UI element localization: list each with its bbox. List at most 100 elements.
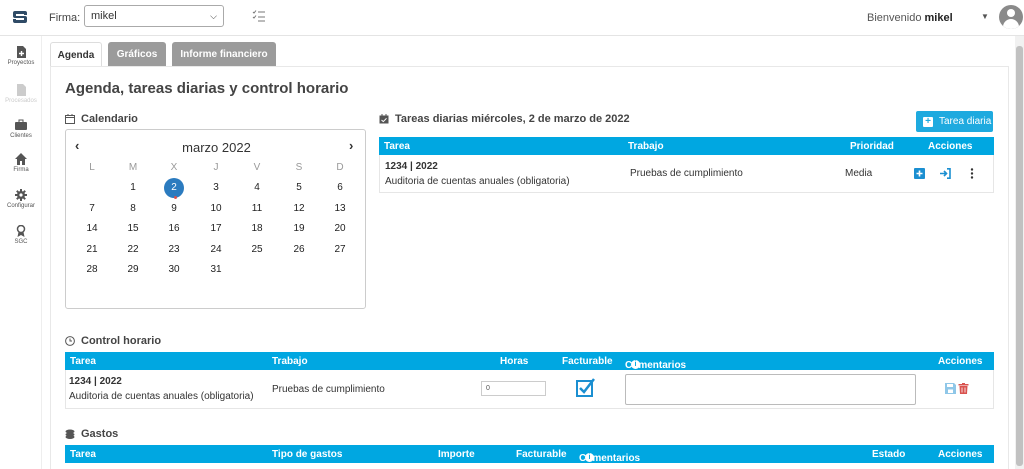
- calendar-day[interactable]: 20: [330, 219, 350, 239]
- calendar-day[interactable]: 8: [123, 199, 143, 219]
- calendar-day[interactable]: 11: [247, 199, 267, 219]
- hours-input[interactable]: 0: [481, 381, 546, 396]
- col-tarea: Tarea: [384, 141, 410, 152]
- tab-informe-financiero[interactable]: Informe financiero: [172, 42, 276, 67]
- home-icon: [15, 153, 27, 165]
- comentarios-textarea[interactable]: [625, 374, 916, 405]
- page-title: Agenda, tareas diarias y control horario: [65, 80, 349, 97]
- calendar-day[interactable]: 16: [164, 219, 184, 239]
- gear-icon: [15, 189, 27, 201]
- col-acciones: Acciones: [938, 449, 983, 460]
- scrollbar[interactable]: [1015, 36, 1024, 469]
- clock-icon: [65, 336, 75, 346]
- calendar: ‹ marzo 2022 › L M X J V S D 1 2 3 4 5 6 7 8 9 10 11 12 13 1…: [65, 129, 366, 309]
- calendar-weekday: V: [253, 162, 261, 173]
- calendar-day[interactable]: 31: [206, 260, 226, 280]
- scrollbar-thumb[interactable]: [1016, 46, 1023, 466]
- top-bar: Firma: mikel ⌵ Bienvenido mikel ▼: [0, 0, 1024, 36]
- calendar-weekday: J: [213, 162, 219, 173]
- calendar-check-icon: [379, 114, 389, 124]
- welcome-text: Bienvenido mikel: [867, 12, 953, 24]
- facturable-checkbox[interactable]: [576, 378, 595, 397]
- welcome-prefix: Bienvenido: [867, 12, 922, 24]
- firma-select[interactable]: mikel ⌵: [84, 5, 224, 27]
- calendar-weekday: X: [170, 162, 178, 173]
- calendar-day[interactable]: 7: [82, 199, 102, 219]
- calendar-day[interactable]: 9: [164, 199, 184, 219]
- calendar-day[interactable]: 29: [123, 260, 143, 280]
- calendar-day[interactable]: 10: [206, 199, 226, 219]
- tab-graficos[interactable]: Gráficos: [108, 42, 166, 67]
- sidebar-item-label: Clientes: [10, 133, 32, 139]
- info-icon[interactable]: i: [585, 453, 594, 462]
- today-event-dot: [174, 196, 177, 199]
- sidebar-item-clientes[interactable]: Clientes: [0, 119, 42, 139]
- calendar-day[interactable]: 3: [206, 178, 226, 198]
- sidebar-item-proyectos[interactable]: Proyectos: [0, 46, 42, 66]
- col-acciones: Acciones: [938, 356, 983, 367]
- calendar-day[interactable]: 30: [164, 260, 184, 280]
- calendar-day[interactable]: 6: [330, 178, 350, 198]
- col-importe: Importe: [438, 449, 475, 460]
- sidebar-item-sgc[interactable]: SGC: [0, 225, 42, 245]
- task-code: 1234 | 2022: [69, 376, 122, 387]
- add-tarea-label: Tarea diaria: [939, 116, 992, 127]
- calendar-day[interactable]: 14: [82, 219, 102, 239]
- table-row: 1234 | 2022 Auditoria de cuentas anuales…: [379, 155, 994, 193]
- calendar-day[interactable]: 28: [82, 260, 102, 280]
- calendar-day[interactable]: 21: [82, 240, 102, 260]
- calendar-day[interactable]: 1: [123, 178, 143, 198]
- more-vertical-icon[interactable]: [970, 168, 974, 179]
- app-logo-icon[interactable]: [11, 8, 29, 26]
- calendar-day[interactable]: 23: [164, 240, 184, 260]
- calendar-day[interactable]: 27: [330, 240, 350, 260]
- calendar-day[interactable]: 24: [206, 240, 226, 260]
- add-tarea-diaria-button[interactable]: + Tarea diaria: [916, 111, 993, 132]
- col-trabajo: Trabajo: [628, 141, 664, 152]
- calendar-next-button[interactable]: ›: [349, 138, 353, 153]
- task-code: 1234 | 2022: [385, 161, 438, 172]
- tasklist-icon[interactable]: [252, 9, 266, 23]
- firma-value: mikel: [91, 10, 117, 22]
- sidebar-item-label: Configurar: [6, 203, 35, 209]
- calendar-day[interactable]: 12: [289, 199, 309, 219]
- calendar-day[interactable]: 17: [206, 219, 226, 239]
- calendar-day[interactable]: 25: [247, 240, 267, 260]
- add-hours-icon[interactable]: [914, 168, 925, 179]
- file-plus-icon: [17, 46, 26, 58]
- tareas-heading-text: Tareas diarias miércoles, 2 de marzo de …: [395, 113, 630, 125]
- gastos-heading-text: Gastos: [81, 428, 119, 440]
- tab-agenda[interactable]: Agenda: [50, 42, 102, 67]
- control-heading-text: Control horario: [81, 335, 162, 347]
- user-menu-caret-icon[interactable]: ▼: [981, 12, 989, 21]
- calendar-day[interactable]: 15: [123, 219, 143, 239]
- col-acciones: Acciones: [928, 141, 973, 152]
- col-tarea: Tarea: [70, 356, 96, 367]
- calendar-weekday: L: [89, 162, 95, 173]
- briefcase-icon: [15, 119, 27, 130]
- calendar-day[interactable]: 4: [247, 178, 267, 198]
- avatar[interactable]: [999, 5, 1023, 29]
- sidebar-item-label: Proyectos: [7, 60, 35, 66]
- col-facturable: Facturable: [516, 449, 567, 460]
- trash-icon[interactable]: [958, 383, 969, 394]
- task-trabajo: Pruebas de cumplimiento: [272, 384, 385, 395]
- calendar-day[interactable]: 2: [164, 178, 184, 198]
- sign-in-icon[interactable]: [940, 168, 951, 179]
- tareas-table-header: Tarea Trabajo Prioridad Acciones: [379, 137, 994, 155]
- calendar-day[interactable]: 5: [289, 178, 309, 198]
- calendar-icon: [65, 114, 75, 124]
- sidebar-item-configurar[interactable]: Configurar: [0, 189, 42, 209]
- calendar-day[interactable]: 18: [247, 219, 267, 239]
- calendar-day[interactable]: 19: [289, 219, 309, 239]
- calendar-day[interactable]: 13: [330, 199, 350, 219]
- welcome-user: mikel: [924, 12, 953, 24]
- sidebar-item-label: Firma: [13, 167, 29, 173]
- calendar-day[interactable]: 22: [123, 240, 143, 260]
- info-icon[interactable]: i: [631, 360, 640, 369]
- calendar-day[interactable]: 26: [289, 240, 309, 260]
- sidebar-item-firma[interactable]: Firma: [0, 153, 42, 173]
- task-trabajo: Pruebas de cumplimiento: [630, 168, 743, 179]
- save-icon[interactable]: [945, 383, 956, 394]
- col-trabajo: Trabajo: [272, 356, 308, 367]
